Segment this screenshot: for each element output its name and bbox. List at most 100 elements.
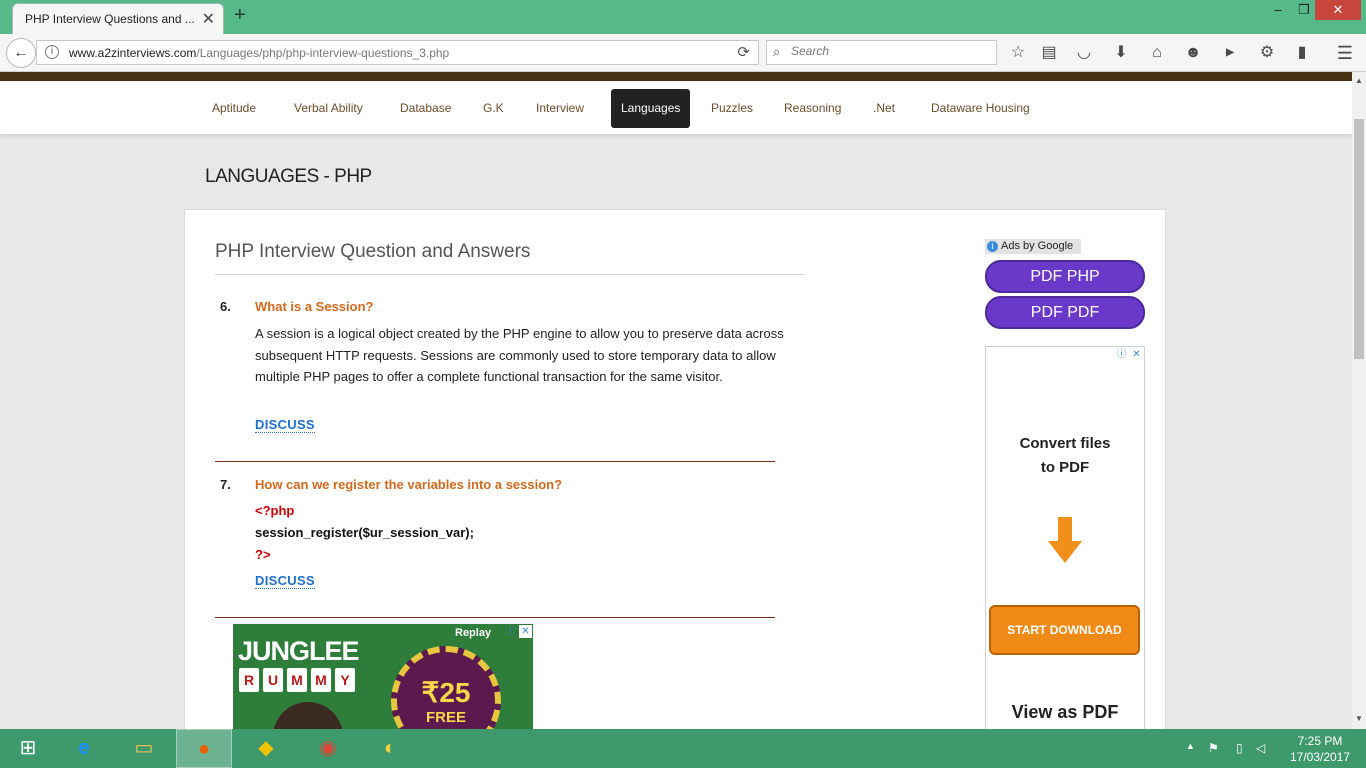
ad-convert-text: Convert files to PDF (986, 432, 1144, 480)
ad-convert-line: to PDF (1040, 459, 1090, 476)
tab-title: PHP Interview Questions and ... (25, 12, 195, 26)
nav-database[interactable]: Database (390, 89, 461, 128)
filezilla-icon[interactable]: ◆ (238, 729, 294, 768)
scroll-up-icon[interactable]: ▲ (1352, 76, 1366, 85)
firefox-icon[interactable]: ● (176, 729, 232, 768)
reload-icon[interactable]: ⟳ (737, 43, 750, 61)
nav-dotnet[interactable]: .Net (863, 89, 905, 128)
ad-info-icon[interactable]: ⓘ (504, 625, 517, 638)
nav-verbal-ability[interactable]: Verbal Ability (284, 89, 373, 128)
rummy-ad-letters: R U M M Y (239, 668, 355, 692)
battery-icon[interactable]: ▯ (1236, 741, 1243, 755)
question-number: 6. (220, 299, 231, 314)
page-section-heading: LANGUAGES - PHP (205, 166, 372, 187)
ad-replay-button[interactable]: Replay (455, 627, 491, 639)
title-divider (215, 274, 805, 275)
taskbar-clock[interactable]: 7:25 PM 17/03/2017 (1282, 733, 1358, 765)
url-host: www.a2zinterviews.com (69, 46, 197, 60)
url-text[interactable]: www.a2zinterviews.com/Languages/php/php-… (69, 46, 449, 60)
ad-info-icon: i (987, 241, 998, 252)
browser-titlebar: PHP Interview Questions and ... ✕ + – ❐ … (0, 0, 1366, 34)
download-icon[interactable]: ⬇ (1110, 42, 1132, 64)
discuss-link[interactable]: DISCUSS (255, 417, 315, 433)
rummy-ad-title: JUNGLEE (238, 636, 360, 666)
addon-icon[interactable]: ▮ (1291, 42, 1313, 64)
pocket-icon[interactable]: ◡ (1073, 42, 1095, 64)
nav-languages[interactable]: Languages (611, 89, 691, 128)
minimize-icon[interactable]: – (1265, 0, 1291, 20)
arrow-down-icon (1048, 517, 1082, 563)
rummy-letter: U (263, 668, 283, 692)
ad-close-icon[interactable]: ✕ (519, 625, 532, 638)
ad-close-icon[interactable]: ✕ (1130, 348, 1143, 361)
discuss-link[interactable]: DISCUSS (255, 573, 315, 589)
rummy-letter: M (287, 668, 307, 692)
scrollbar-thumb[interactable] (1354, 119, 1364, 359)
nav-aptitude[interactable]: Aptitude (202, 89, 266, 128)
rummy-person-image (273, 702, 343, 729)
volume-icon[interactable]: ◁ (1256, 741, 1265, 755)
ads-by-google-label[interactable]: i Ads by Google (985, 239, 1081, 254)
chrome-icon[interactable]: ◉ (300, 729, 356, 768)
site-header-strip (0, 72, 1352, 81)
home-icon[interactable]: ⌂ (1146, 42, 1168, 64)
content-title: PHP Interview Question and Answers (215, 241, 531, 262)
action-center-icon[interactable]: ⚑ (1208, 741, 1219, 755)
question-text: How can we register the variables into a… (255, 477, 563, 492)
view-as-pdf-text[interactable]: View as PDF (986, 702, 1144, 723)
tray-expand-icon[interactable]: ▲ (1186, 741, 1195, 751)
nav-interview[interactable]: Interview (526, 89, 594, 128)
pdf-php-button[interactable]: PDF PHP (985, 260, 1145, 293)
url-path: /Languages/php/php-interview-questions_3… (196, 46, 450, 60)
pdf-pdf-button[interactable]: PDF PDF (985, 296, 1145, 329)
scroll-down-icon[interactable]: ▼ (1352, 714, 1366, 723)
extension-icon[interactable]: ⚙ (1256, 42, 1278, 64)
rummy-letter: R (239, 668, 259, 692)
back-arrow-icon[interactable]: ← (6, 38, 36, 68)
clock-date: 17/03/2017 (1289, 750, 1351, 764)
nav-reasoning[interactable]: Reasoning (774, 89, 851, 128)
file-explorer-icon[interactable]: ▭ (116, 729, 172, 768)
page-scrollbar[interactable]: ▲ ▼ (1352, 72, 1366, 729)
search-input[interactable] (791, 44, 991, 58)
new-tab-icon[interactable]: + (234, 4, 246, 27)
close-tab-icon[interactable]: ✕ (202, 9, 215, 29)
question-divider (215, 617, 775, 618)
search-bar[interactable]: ⌕ (766, 40, 997, 65)
youtube-icon[interactable]: ▶ (1219, 42, 1241, 64)
question-divider (215, 461, 775, 462)
ad-convert-line: Convert files (1019, 435, 1111, 452)
code-line: <?php (255, 503, 295, 518)
window-close-icon[interactable]: ✕ (1315, 0, 1361, 20)
clock-time: 7:25 PM (1297, 734, 1343, 748)
rummy-chip: ₹25 FREE (391, 646, 501, 729)
code-line: ?> (255, 547, 271, 562)
nav-puzzles[interactable]: Puzzles (701, 89, 763, 128)
smiley-icon[interactable]: ☻ (1182, 42, 1204, 64)
nav-gk[interactable]: G.K (473, 89, 514, 128)
site-info-icon[interactable]: i (45, 45, 59, 59)
convert-pdf-ad[interactable]: ⓘ ✕ Convert files to PDF START DOWNLOAD … (985, 346, 1145, 729)
windows-start-icon[interactable]: ⊞ (0, 729, 56, 768)
rummy-letter: M (311, 668, 331, 692)
question-text: What is a Session? (255, 299, 374, 314)
rummy-free-label: FREE (425, 709, 466, 726)
rummy-ad-banner[interactable]: JUNGLEE R U M M Y ₹25 FREE Replay ⓘ ✕ (233, 624, 533, 729)
windows-taskbar: ⊞ e ▭ ● ◆ ◉ ◐ ▲ ⚑ ▯ ◁ 7:25 PM 17/03/2017 (0, 729, 1366, 768)
ad-info-icon[interactable]: ⓘ (1115, 348, 1128, 361)
start-download-button[interactable]: START DOWNLOAD (989, 605, 1140, 655)
internet-explorer-icon[interactable]: e (56, 729, 112, 768)
search-icon: ⌕ (773, 44, 781, 59)
paint-icon[interactable]: ◐ (362, 729, 418, 768)
menu-hamburger-icon[interactable]: ☰ (1334, 42, 1356, 64)
rummy-amount: ₹25 (421, 677, 471, 708)
browser-tab[interactable]: PHP Interview Questions and ... ✕ (12, 3, 224, 34)
restore-icon[interactable]: ❐ (1291, 0, 1317, 20)
site-nav: Aptitude Verbal Ability Database G.K Int… (0, 81, 1352, 135)
browser-navbar: ← i www.a2zinterviews.com/Languages/php/… (0, 34, 1366, 72)
bookmark-star-icon[interactable]: ☆ (1007, 42, 1029, 64)
url-bar[interactable]: i www.a2zinterviews.com/Languages/php/ph… (36, 40, 759, 65)
code-line: session_register($ur_session_var); (255, 525, 474, 540)
reading-list-icon[interactable]: ▤ (1038, 42, 1060, 64)
nav-dataware-housing[interactable]: Dataware Housing (921, 89, 1040, 128)
